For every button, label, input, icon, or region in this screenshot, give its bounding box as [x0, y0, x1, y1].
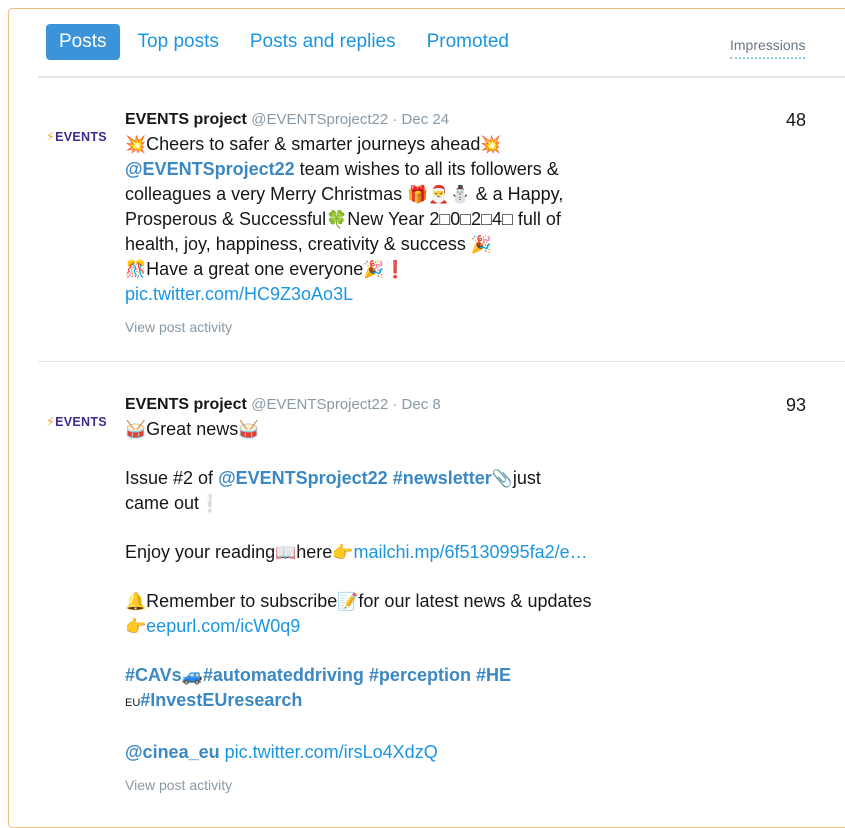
drum-icon: 🥁	[125, 420, 147, 439]
mention-link[interactable]: @cinea_eu	[125, 742, 220, 762]
text: health, joy, happiness, creativity & suc…	[125, 234, 466, 254]
impressions-count: 48	[786, 110, 807, 130]
tab-bar: Posts Top posts Posts and replies Promot…	[46, 24, 527, 60]
newsletter-link[interactable]: mailchi.mp/6f5130995fa2/e…	[353, 542, 587, 562]
post-text-line: pic.twitter.com/HC9Z3oAo3L	[125, 282, 685, 307]
post-text-line: EU#InvestEUresearch	[125, 688, 685, 716]
post-content: EVENTS project @EVENTSproject22 · Dec 8 …	[125, 395, 685, 798]
post-text-line: 🔔Remember to subscribe📝for our latest ne…	[125, 589, 685, 614]
drum-icon: 🥁	[238, 420, 260, 439]
post-text-line: came out❕	[125, 491, 685, 516]
post-content: EVENTS project @EVENTSproject22 · Dec 24…	[125, 110, 685, 340]
memo-icon: 📝	[337, 592, 359, 611]
tab-posts-and-replies[interactable]: Posts and replies	[237, 24, 409, 60]
book-icon: 📖	[275, 543, 297, 562]
post-text-line: 💥Cheers to safer & smarter journeys ahea…	[125, 132, 685, 157]
avatar-label: EVENTS	[55, 130, 107, 144]
hashtag-link[interactable]: #perception	[369, 665, 471, 685]
hashtag-link[interactable]: #newsletter	[393, 468, 492, 488]
party-icon: 🎉	[363, 260, 385, 279]
subscribe-link[interactable]: eepurl.com/icW0q9	[146, 616, 300, 636]
text: came out	[125, 493, 200, 513]
hashtag-link[interactable]: #CAVs	[125, 665, 182, 685]
avatar-label: EVENTS	[55, 415, 107, 429]
hashtag-link[interactable]: #automateddriving	[203, 665, 364, 685]
post-text-line: #CAVs🚙#automateddriving #perception #HE	[125, 663, 685, 688]
pic-link[interactable]: pic.twitter.com/HC9Z3oAo3L	[125, 284, 353, 304]
author-handle[interactable]: @EVENTSproject22 · Dec 24	[251, 111, 449, 128]
post-text-line: 👉eepurl.com/icW0q9	[125, 614, 685, 639]
pic-link[interactable]: pic.twitter.com/irsLo4XdzQ	[225, 742, 438, 762]
text: & a Happy,	[470, 184, 564, 204]
bolt-icon: ⚡	[46, 415, 56, 429]
text: Remember to subscribe	[146, 591, 338, 611]
header-divider	[38, 76, 845, 78]
paperclip-icon: 📎	[491, 469, 513, 488]
view-post-activity-link[interactable]: View post activity	[125, 773, 685, 798]
post-text-line: health, joy, happiness, creativity & suc…	[125, 232, 685, 257]
text: New Year 2□0□2□4□ full of	[347, 209, 561, 229]
impressions-count: 93	[786, 395, 807, 415]
post-text-line: 🥁Great news🥁	[125, 417, 685, 442]
view-post-activity-link[interactable]: View post activity	[125, 315, 685, 340]
text: Have a great one everyone	[146, 259, 364, 279]
text: just	[512, 468, 541, 488]
text: Enjoy your reading	[125, 542, 276, 562]
text: Issue #2 of	[125, 468, 219, 488]
tab-posts[interactable]: Posts	[46, 24, 120, 60]
text: Great news	[146, 419, 239, 439]
car-icon: 🚙	[181, 666, 203, 685]
exclamation-icon: ❗	[384, 260, 406, 279]
pointing-hand-icon: 👉	[125, 617, 147, 636]
gift-icon: 🎁	[407, 185, 429, 204]
santa-icon: 🎅	[428, 185, 450, 204]
post-text-line: Prosperous & Successful🍀New Year 2□0□2□4…	[125, 207, 685, 232]
post-text-line: 🎊Have a great one everyone🎉❗	[125, 257, 685, 282]
author-handle[interactable]: @EVENTSproject22 · Dec 8	[251, 396, 440, 413]
post-text-line: Issue #2 of @EVENTSproject22 #newsletter…	[125, 466, 685, 491]
text: team wishes to all its followers &	[294, 159, 559, 179]
pointing-hand-icon: 👉	[332, 543, 354, 562]
mention-link[interactable]: @EVENTSproject22	[125, 159, 295, 179]
post-meta: EVENTS project @EVENTSproject22 · Dec 8	[125, 395, 685, 415]
post-text-line: @cinea_eu pic.twitter.com/irsLo4XdzQ	[125, 740, 685, 765]
post-text-line: Enjoy your reading📖here👉mailchi.mp/6f513…	[125, 540, 685, 565]
bell-icon: 🔔	[125, 592, 147, 611]
avatar[interactable]: ⚡EVENTS	[46, 129, 112, 144]
text: colleagues a very Merry Christmas	[125, 184, 403, 204]
avatar[interactable]: ⚡EVENTS	[46, 414, 112, 429]
eu-small-text: EU	[125, 697, 141, 709]
hashtag-link[interactable]: #HE	[476, 665, 511, 685]
post-text-line: colleagues a very Merry Christmas 🎁🎅⛄ & …	[125, 182, 685, 207]
bolt-icon: ⚡	[46, 130, 56, 144]
text: Cheers to safer & smarter journeys ahead	[146, 134, 481, 154]
author-name[interactable]: EVENTS project	[125, 396, 247, 413]
sparkle-icon: 💥	[125, 135, 147, 154]
hashtag-link[interactable]: #InvestEUresearch	[140, 690, 302, 710]
mention-link[interactable]: @EVENTSproject22	[218, 468, 388, 488]
text: here	[296, 542, 333, 562]
party-popper-icon: 🎊	[125, 260, 147, 279]
sparkle-icon: 💥	[480, 135, 502, 154]
post-text-line: @EVENTSproject22 team wishes to all its …	[125, 157, 685, 182]
tab-promoted[interactable]: Promoted	[414, 24, 522, 60]
text: Prosperous & Successful	[125, 209, 327, 229]
exclamation-icon: ❕	[199, 494, 221, 513]
snowman-icon: ⛄	[449, 185, 471, 204]
party-icon: 🎉	[470, 235, 493, 254]
impressions-column-header[interactable]: Impressions	[730, 37, 806, 59]
clover-icon: 🍀	[326, 210, 348, 229]
author-name[interactable]: EVENTS project	[125, 111, 247, 128]
post-meta: EVENTS project @EVENTSproject22 · Dec 24	[125, 110, 685, 130]
tab-top-posts[interactable]: Top posts	[125, 24, 232, 60]
post-divider	[38, 361, 845, 362]
text: for our latest news & updates	[358, 591, 592, 611]
